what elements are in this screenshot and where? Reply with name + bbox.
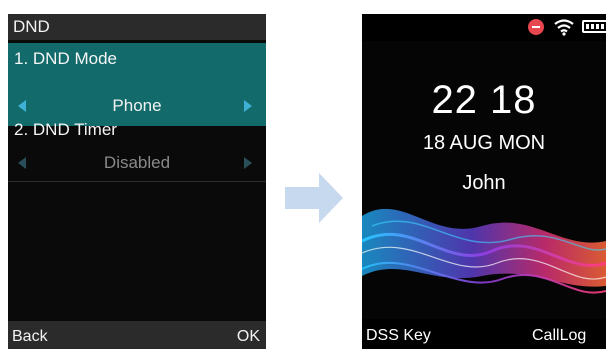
dnd-mode-value: Phone	[112, 96, 162, 115]
dnd-mode-label: 1. DND Mode	[14, 49, 117, 68]
dnd-mode-selector[interactable]: Phone	[8, 92, 266, 120]
account-name: John	[462, 172, 506, 194]
clock-time: 22 18	[431, 78, 537, 122]
wifi-icon	[554, 19, 574, 36]
dnd-icon	[528, 19, 544, 35]
back-softkey[interactable]: Back	[12, 328, 48, 346]
dnd-timer-value: Disabled	[103, 153, 171, 172]
dnd-mode-item[interactable]: 1. DND Mode Phone	[8, 43, 266, 126]
softkey-bar: Back OK	[8, 321, 266, 349]
status-bar	[362, 14, 606, 41]
screen-title: DND	[8, 14, 266, 40]
arrow-right-icon	[285, 173, 343, 223]
softkey-bar: DSS Key CallLog	[362, 319, 606, 349]
idle-screen: 22 18 18 AUG MON John DSS Key CallLog	[362, 14, 606, 349]
dnd-settings-screen: DND 1. DND Mode Phone 2. DND Timer Disab…	[8, 14, 266, 349]
calllog-softkey[interactable]: CallLog	[532, 327, 586, 345]
arrow-right-icon[interactable]	[244, 157, 252, 169]
dnd-timer-label: 2. DND Timer	[14, 120, 117, 139]
clock-date: 18 AUG MON	[422, 132, 546, 154]
battery-icon	[582, 20, 606, 33]
dss-key-softkey[interactable]: DSS Key	[366, 327, 431, 345]
arrow-right-icon[interactable]	[244, 100, 252, 112]
divider	[8, 181, 266, 182]
dnd-timer-selector[interactable]: Disabled	[8, 149, 266, 177]
ok-softkey[interactable]: OK	[237, 328, 260, 346]
